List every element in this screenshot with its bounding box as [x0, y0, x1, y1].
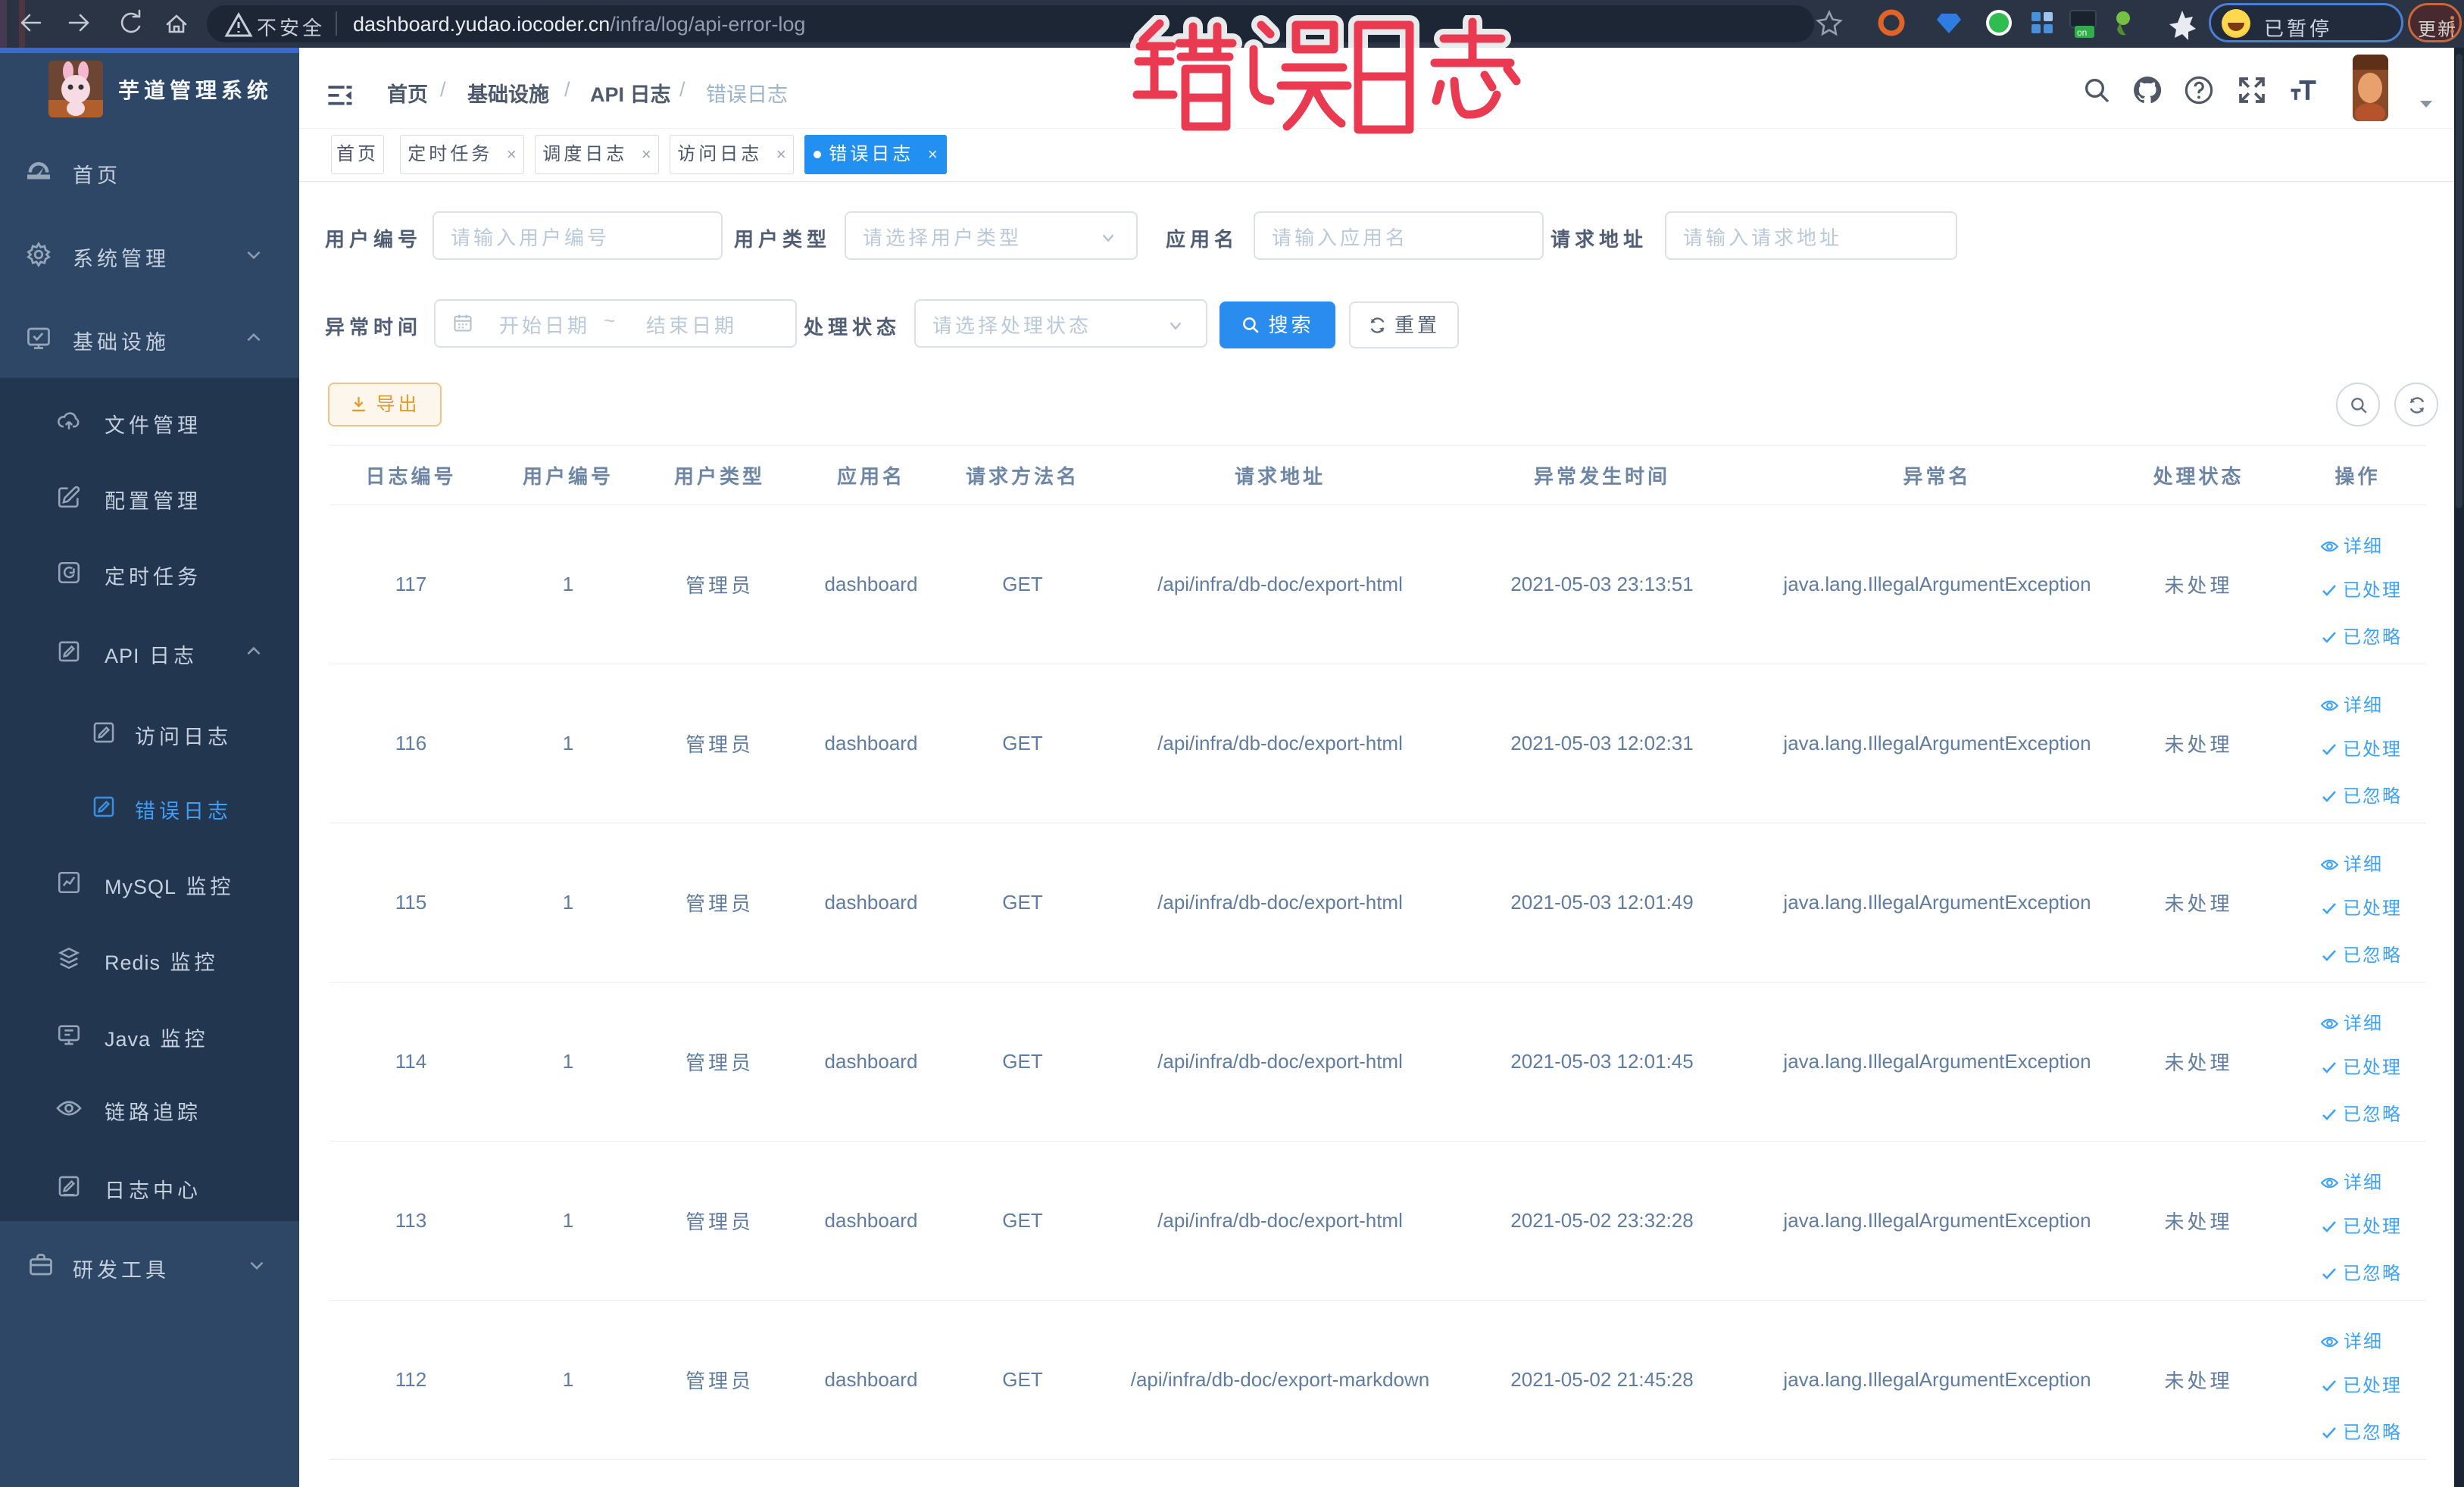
svg-text:on: on [2077, 27, 2087, 38]
